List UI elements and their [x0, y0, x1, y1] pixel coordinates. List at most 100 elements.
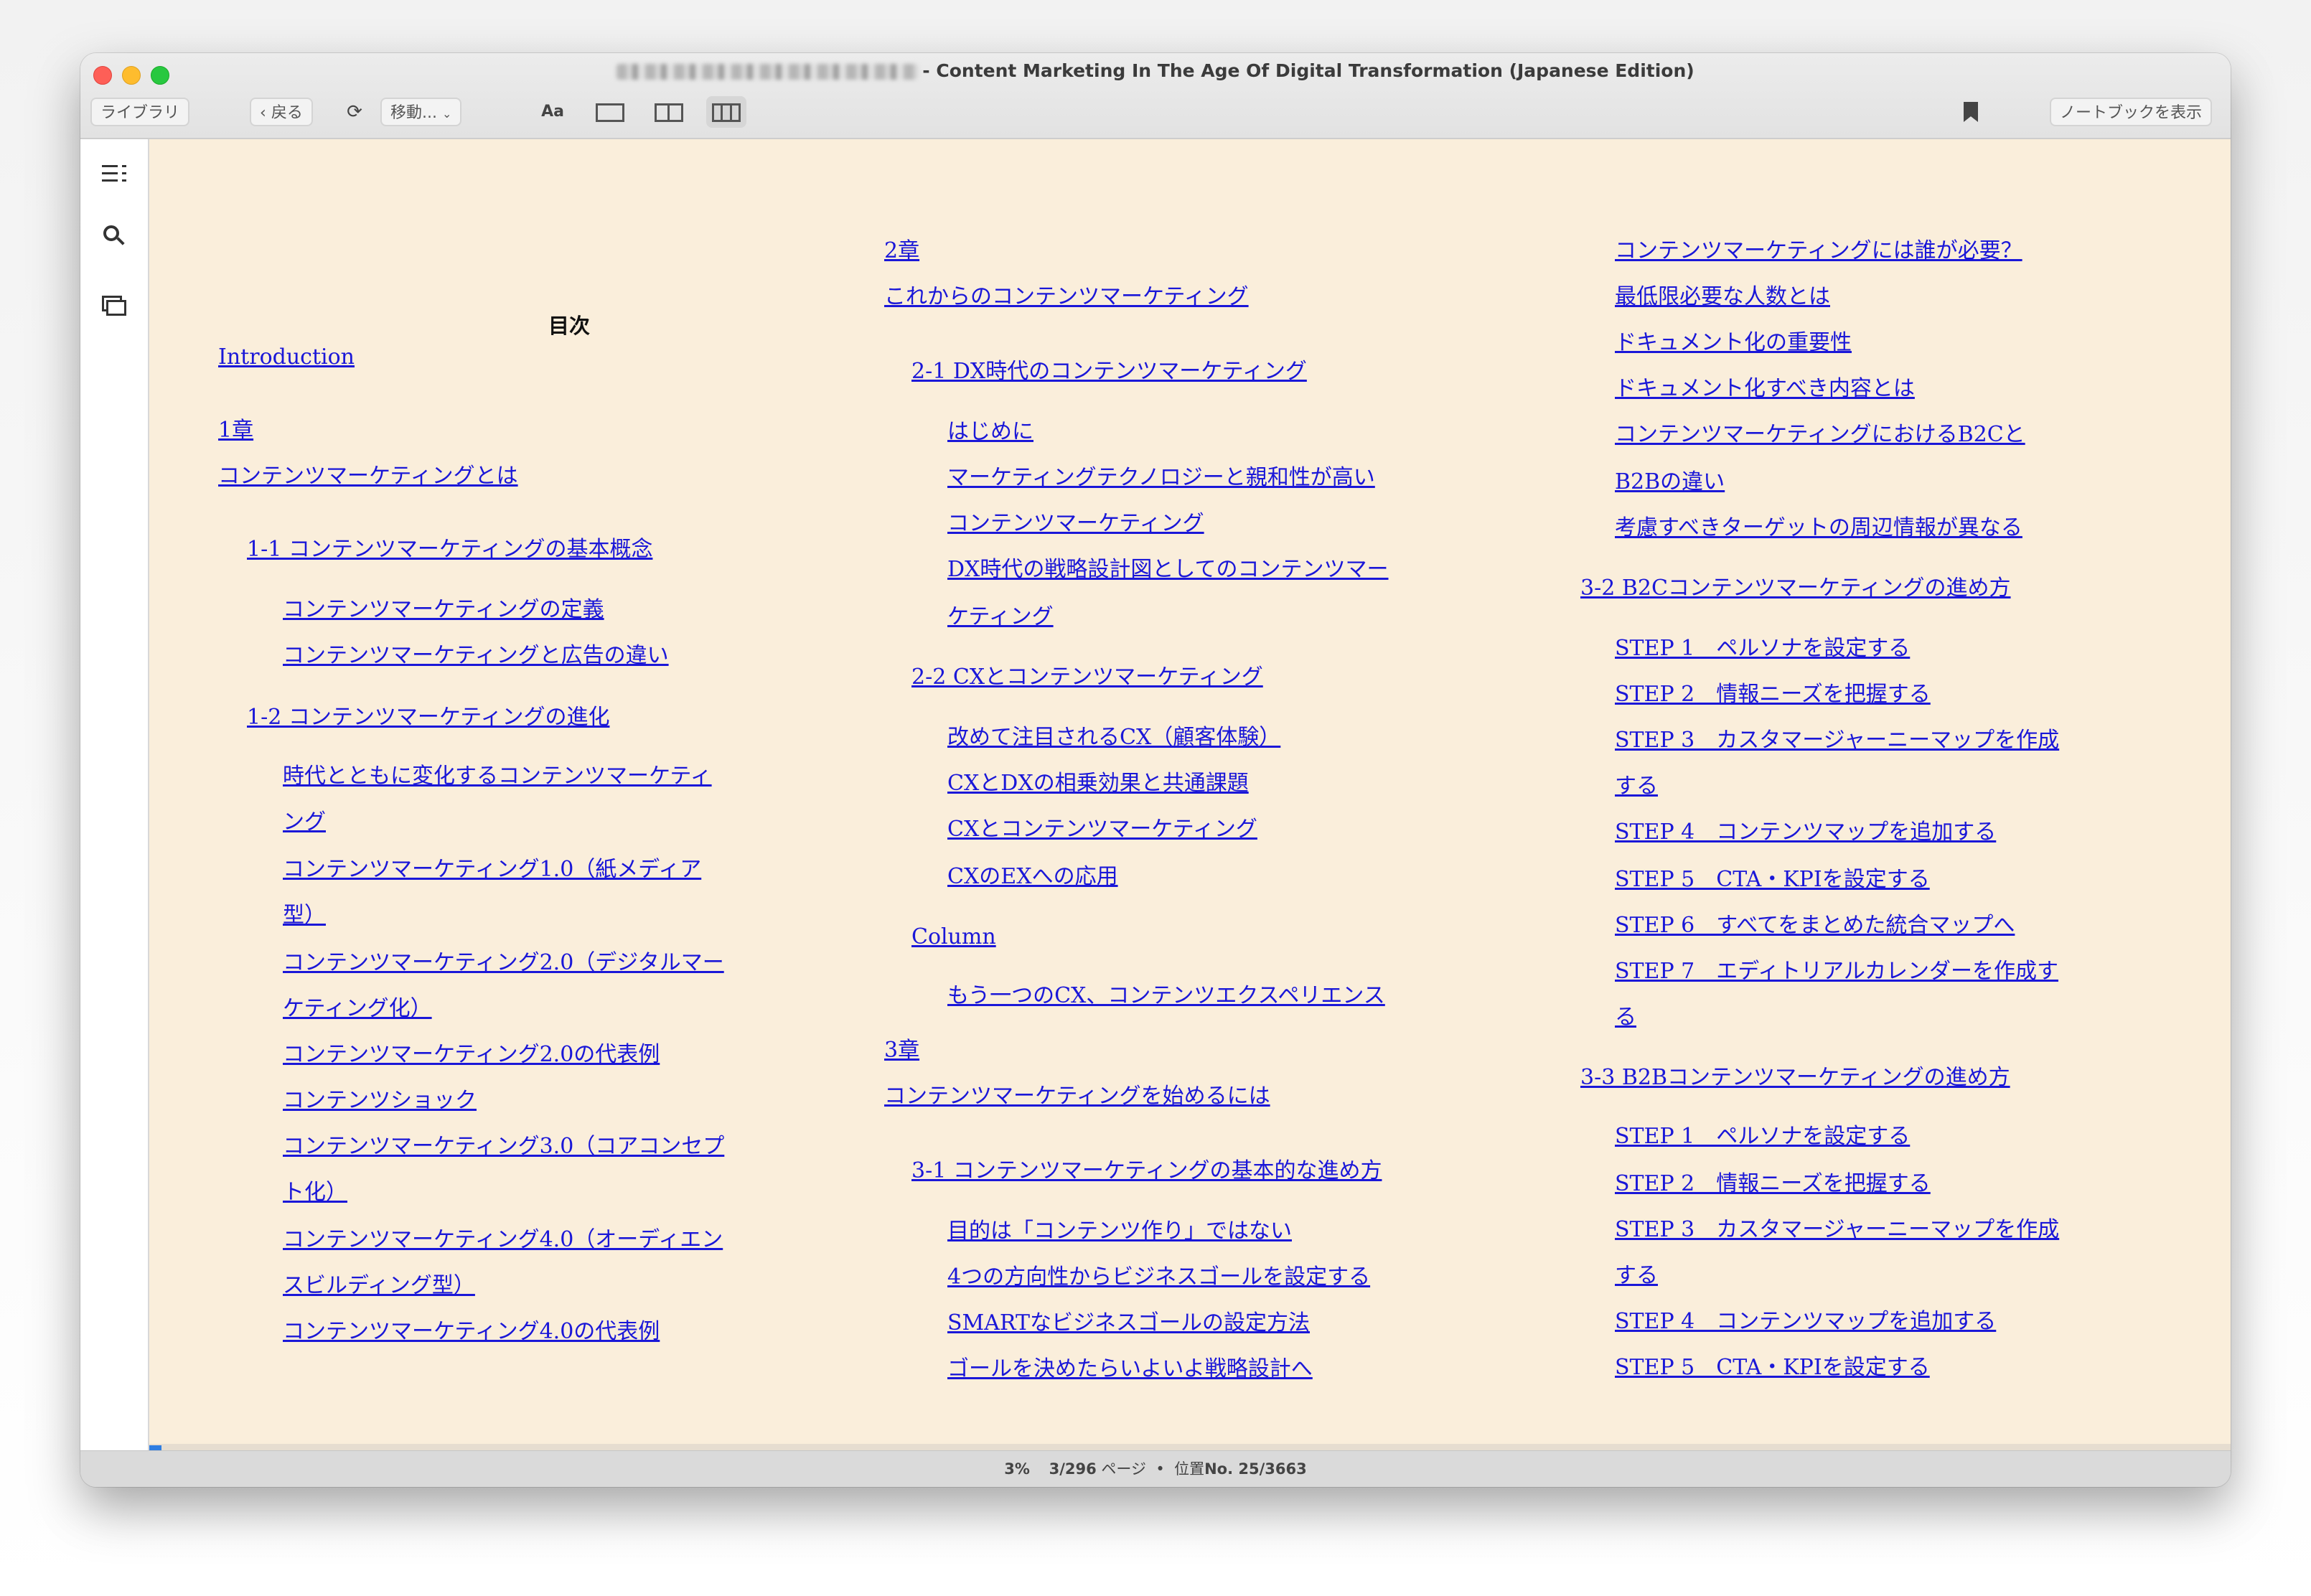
toc-link[interactable]: 3-1 コンテンツマーケティングの基本的な進め方 [911, 1157, 1382, 1186]
back-button[interactable]: ‹ 戻る [250, 98, 313, 126]
toc-link[interactable]: STEP 2 情報ニーズを把握する [1615, 1170, 1931, 1198]
toc-link[interactable]: 3-3 B2Bコンテンツマーケティングの進め方 [1580, 1064, 2010, 1092]
page-number: 3/296 [1049, 1460, 1097, 1478]
toc-link[interactable]: スビルディング型） [283, 1272, 475, 1300]
toc-link[interactable]: STEP 5 CTA・KPIを設定する [1615, 865, 1930, 894]
goto-menu-label: 移動... [390, 104, 437, 122]
toc-link[interactable]: る [1615, 1003, 1636, 1032]
two-column-layout-button[interactable] [649, 96, 689, 128]
toc-link[interactable]: コンテンツマーケティング3.0（コアコンセプ [283, 1132, 724, 1161]
toc-link[interactable]: CXとコンテンツマーケティング [947, 815, 1257, 844]
toc-link[interactable]: コンテンツマーケティング [947, 510, 1204, 538]
toc-link[interactable]: コンテンツマーケティングを始めるには [884, 1082, 1270, 1111]
goto-menu-button[interactable]: 移動... ⌄ [380, 98, 462, 126]
back-button-label: 戻る [271, 104, 303, 122]
window-title-text: - Content Marketing In The Age Of Digita… [922, 60, 1694, 81]
toc-link[interactable]: 型） [283, 901, 326, 930]
toc-link[interactable]: STEP 5 CTA・KPIを設定する [1615, 1353, 1930, 1382]
toc-link[interactable]: はじめに [947, 418, 1033, 446]
three-column-layout-button[interactable] [706, 96, 746, 128]
toc-link[interactable]: 2-2 CXとコンテンツマーケティング [911, 663, 1263, 692]
toc-link[interactable]: ドキュメント化の重要性 [1615, 329, 1852, 357]
toc-link[interactable]: する [1615, 772, 1658, 801]
toc-link[interactable]: コンテンツマーケティング2.0の代表例 [283, 1041, 660, 1069]
toc-link[interactable]: ドキュメント化すべき内容とは [1615, 375, 1915, 403]
table-of-contents-icon[interactable] [98, 155, 131, 188]
toc-link[interactable]: 2-1 DX時代のコンテンツマーケティング [911, 357, 1307, 386]
toc-link[interactable]: 最低限必要な人数とは [1615, 283, 1830, 311]
toc-link[interactable]: コンテンツマーケティングの定義 [283, 596, 604, 624]
book-page: 目次 Introduction 1章コンテンツマーケティングとは 1-1 コンテンツ… [149, 139, 2231, 1451]
chevron-down-icon: ⌄ [441, 107, 452, 121]
flashcards-icon[interactable] [98, 287, 131, 320]
toc-link[interactable]: ケティング化） [283, 995, 432, 1023]
toc-link[interactable]: コンテンツショック [283, 1086, 477, 1115]
toc-link[interactable]: コンテンツマーケティングとは [218, 462, 518, 491]
toc-link[interactable]: SMARTなビジネスゴールの設定方法 [947, 1309, 1310, 1338]
reader-window: - Content Marketing In The Age Of Digita… [80, 53, 2231, 1487]
library-button[interactable]: ライブラリ [90, 98, 190, 126]
status-separator: • [1156, 1460, 1165, 1478]
window-title: - Content Marketing In The Age Of Digita… [80, 60, 2231, 81]
chevron-left-icon: ‹ [260, 104, 266, 122]
toc-link[interactable]: もう一つのCX、コンテンツエクスペリエンス [947, 982, 1385, 1010]
font-settings-label: Aa [541, 103, 564, 121]
toc-link[interactable]: STEP 2 情報ニーズを把握する [1615, 680, 1931, 709]
toc-link[interactable]: STEP 3 カスタマージャーニーマップを作成 [1615, 726, 2059, 755]
toc-link[interactable]: Column [911, 923, 996, 952]
toc-link[interactable]: STEP 1 ペルソナを設定する [1615, 1122, 1910, 1151]
toc-link[interactable]: ケティング [947, 603, 1054, 632]
toc-link[interactable]: 1-1 コンテンツマーケティングの基本概念 [247, 535, 652, 564]
toc-link[interactable]: STEP 6 すべてをまとめた統合マップへ [1615, 911, 2015, 940]
toc-link[interactable]: DX時代の戦略設計図としてのコンテンツマー [947, 555, 1389, 584]
toc-link[interactable]: 目的は「コンテンツ作り」ではない [947, 1217, 1292, 1246]
toc-link[interactable]: CXとDXの相乗効果と共通課題 [947, 769, 1249, 798]
toc-link[interactable]: B2Bの違い [1615, 468, 1725, 497]
location-number: No. 25/3663 [1204, 1460, 1307, 1478]
toc-link[interactable]: 3章 [884, 1036, 919, 1065]
toc-link[interactable]: 時代とともに変化するコンテンツマーケティ [283, 762, 712, 791]
toc-link[interactable]: コンテンツマーケティングにおけるB2Cと [1615, 421, 2025, 449]
single-column-layout-button[interactable] [590, 96, 630, 128]
toc-link[interactable]: ング [283, 808, 326, 837]
toc-link[interactable]: コンテンツマーケティング4.0（オーディエン [283, 1226, 723, 1254]
toc-link[interactable]: 4つの方向性からビジネスゴールを設定する [947, 1263, 1370, 1292]
bookmark-icon[interactable] [1964, 102, 1978, 122]
toolbar: - Content Marketing In The Age Of Digita… [80, 53, 2231, 139]
toc-link[interactable]: STEP 3 カスタマージャーニーマップを作成 [1615, 1216, 2059, 1244]
toc-link[interactable]: 改めて注目されるCX（顧客体験） [947, 723, 1280, 752]
toc-link[interactable]: 2章 [884, 237, 919, 266]
toc-link[interactable]: STEP 7 エディトリアルカレンダーを作成す [1615, 957, 2058, 986]
toc-link[interactable]: Introduction [218, 343, 355, 372]
toc-link[interactable]: コンテンツマーケティングと広告の違い [283, 642, 669, 670]
toc-heading: 目次 [548, 314, 591, 338]
toc-link[interactable]: コンテンツマーケティング4.0の代表例 [283, 1318, 660, 1346]
show-notebook-button[interactable]: ノートブックを表示 [2050, 98, 2213, 126]
font-settings-button[interactable]: Aa [533, 96, 573, 128]
single-column-icon [596, 103, 624, 122]
sync-icon[interactable]: ⟳ [334, 96, 375, 128]
toc-link[interactable]: STEP 4 コンテンツマップを追加する [1615, 818, 1996, 847]
progress-percent: 3% [1004, 1460, 1030, 1478]
toc-link[interactable]: ト化） [283, 1178, 347, 1207]
toc-link[interactable]: CXのEXへの応用 [947, 863, 1118, 891]
sidebar [80, 139, 149, 1451]
toc-link[interactable]: 3-2 B2Cコンテンツマーケティングの進め方 [1580, 574, 2011, 603]
three-column-icon [712, 103, 741, 122]
toc-link[interactable]: STEP 1 ペルソナを設定する [1615, 634, 1910, 663]
toc-link[interactable]: コンテンツマーケティング1.0（紙メディア [283, 855, 701, 884]
toc-link[interactable]: マーケティングテクノロジーと親和性が高い [947, 464, 1375, 492]
show-notebook-label: ノートブックを表示 [2060, 104, 2203, 122]
toc-link[interactable]: ゴールを決めたらいよいよ戦略設計へ [947, 1355, 1313, 1384]
two-column-icon [655, 103, 683, 122]
search-icon[interactable] [98, 220, 131, 253]
status-bar: 3% 3/296 ページ • 位置No. 25/3663 [80, 1450, 2231, 1487]
toc-link[interactable]: する [1615, 1262, 1658, 1290]
toc-link[interactable]: コンテンツマーケティング2.0（デジタルマー [283, 949, 724, 977]
toc-link[interactable]: STEP 4 コンテンツマップを追加する [1615, 1308, 1996, 1336]
toc-link[interactable]: 1-2 コンテンツマーケティングの進化 [247, 703, 609, 732]
toc-link[interactable]: コンテンツマーケティングには誰が必要？ [1615, 237, 2022, 266]
toc-link[interactable]: 考慮すべきターゲットの周辺情報が異なる [1615, 514, 2022, 543]
toc-link[interactable]: これからのコンテンツマーケティング [884, 283, 1249, 311]
toc-link[interactable]: 1章 [218, 416, 253, 445]
